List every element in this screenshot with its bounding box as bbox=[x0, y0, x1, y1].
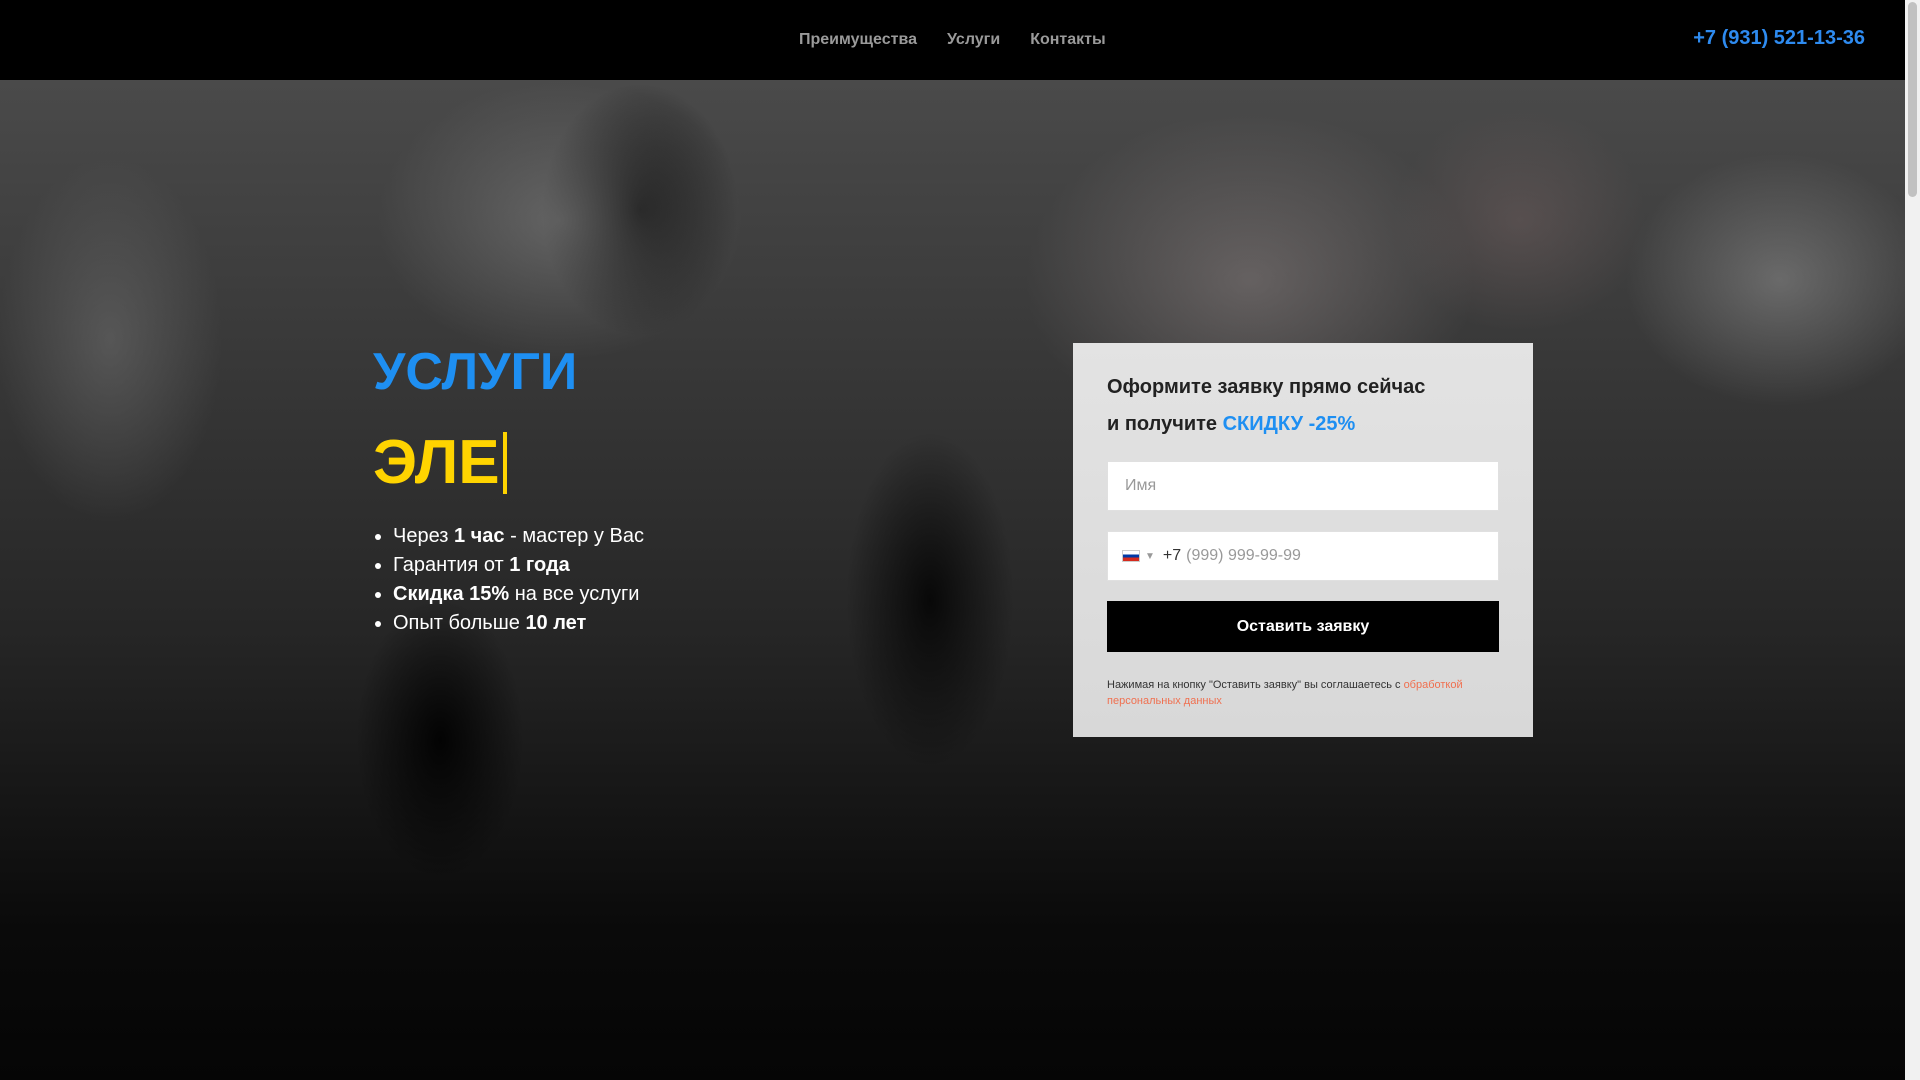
nav-link-advantages[interactable]: Преимущества bbox=[799, 31, 917, 49]
phone-placeholder: (999) 999-99-99 bbox=[1186, 547, 1301, 564]
header-phone-link[interactable]: +7 (931) 521-13-36 bbox=[1693, 27, 1865, 50]
hero-text: УСЛУГИ ЭЛЕ Через 1 час - мастер у Вас Га… bbox=[373, 340, 644, 638]
hero-background bbox=[0, 80, 1905, 1080]
form-title-line2: и получите bbox=[1107, 413, 1223, 435]
benefit-highlight: 10 лет bbox=[525, 612, 587, 634]
hero-subtitle: ЭЛЕ bbox=[373, 426, 644, 500]
benefit-highlight: 1 года bbox=[509, 554, 570, 576]
discount-highlight: СКИДКУ -25% bbox=[1222, 413, 1356, 435]
phone-field[interactable]: ▼ +7 (999) 999-99-99 bbox=[1107, 531, 1499, 581]
nav-link-services[interactable]: Услуги bbox=[947, 31, 1000, 49]
benefit-text: на все услуги bbox=[509, 583, 640, 605]
consent-text: Нажимая на кнопку "Оставить заявку" вы с… bbox=[1107, 677, 1499, 709]
russia-flag-icon[interactable] bbox=[1122, 550, 1140, 562]
benefit-text: Опыт больше bbox=[393, 612, 526, 634]
scrollbar[interactable] bbox=[1905, 0, 1920, 1080]
chevron-down-icon[interactable]: ▼ bbox=[1145, 551, 1155, 562]
form-title-line1: Оформите заявку прямо сейчас bbox=[1107, 376, 1426, 398]
consent-label: Нажимая на кнопку "Оставить заявку" вы с… bbox=[1107, 679, 1404, 691]
name-placeholder: Имя bbox=[1125, 477, 1157, 494]
benefits-list: Через 1 час - мастер у Вас Гарантия от 1… bbox=[373, 522, 644, 638]
benefit-highlight: Скидка 15% bbox=[393, 583, 510, 605]
hero-subtitle-text: ЭЛЕ bbox=[373, 428, 500, 497]
benefit-text: Гарантия от bbox=[393, 554, 510, 576]
benefit-highlight: 1 час bbox=[454, 525, 505, 547]
benefit-item: Через 1 час - мастер у Вас bbox=[393, 522, 644, 551]
scrollbar-thumb[interactable] bbox=[1908, 2, 1917, 197]
benefit-item: Скидка 15% на все услуги bbox=[393, 580, 644, 609]
benefit-item: Гарантия от 1 года bbox=[393, 551, 644, 580]
form-title: Оформите заявку прямо сейчас и получите … bbox=[1107, 369, 1499, 443]
site-header: Преимущества Услуги Контакты +7 (931) 52… bbox=[0, 0, 1905, 80]
benefit-item: Опыт больше 10 лет bbox=[393, 609, 644, 638]
benefit-text: Через bbox=[393, 525, 454, 547]
main-nav: Преимущества Услуги Контакты bbox=[799, 0, 1136, 80]
name-field[interactable]: Имя bbox=[1107, 461, 1499, 511]
hero-title: УСЛУГИ bbox=[373, 343, 578, 401]
typing-caret bbox=[502, 432, 507, 494]
phone-prefix: +7 bbox=[1162, 547, 1182, 564]
request-form: Оформите заявку прямо сейчас и получите … bbox=[1073, 343, 1533, 737]
submit-button[interactable]: Оставить заявку bbox=[1107, 601, 1499, 652]
nav-link-contacts[interactable]: Контакты bbox=[1030, 31, 1105, 49]
benefit-text: - мастер у Вас bbox=[504, 525, 644, 547]
